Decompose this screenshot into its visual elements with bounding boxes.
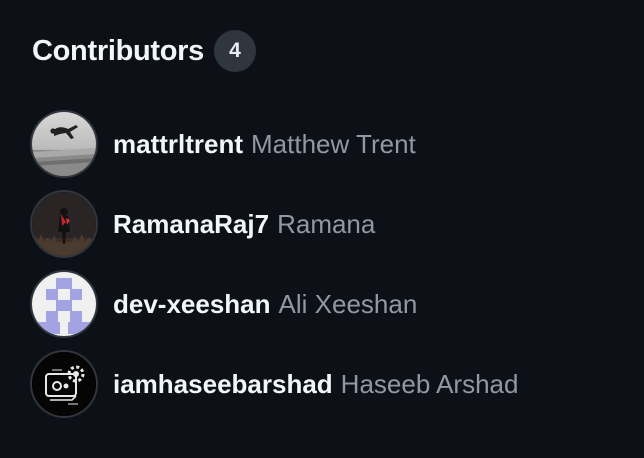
contributor-login[interactable]: iamhaseebarshad: [113, 369, 333, 400]
contributor-login[interactable]: mattrltrent: [113, 129, 243, 160]
silhouette-jump-photo: [32, 112, 96, 176]
contributor-name: Matthew Trent: [251, 128, 416, 159]
contributor-name: Ali Xeeshan: [278, 288, 418, 319]
avatar[interactable]: [32, 192, 96, 256]
contributor-name: Haseeb Arshad: [340, 368, 519, 399]
dark-figure-photo: [32, 192, 96, 256]
contributors-list: mattrltrent Matthew Trent RamanaRaj7 Ram…: [32, 104, 612, 424]
gear-icon: [32, 352, 96, 416]
contributor-login[interactable]: dev-xeeshan: [113, 289, 271, 320]
contributor-login[interactable]: RamanaRaj7: [113, 209, 269, 240]
avatar[interactable]: [32, 352, 96, 416]
contributors-count-badge: 4: [214, 30, 256, 72]
contributors-panel: Contributors 4 mattrltrent Matthew Trent…: [32, 28, 612, 424]
contributor-row: RamanaRaj7 Ramana: [32, 184, 612, 264]
contributor-row: dev-xeeshan Ali Xeeshan: [32, 264, 612, 344]
contributor-name: Ramana: [277, 208, 376, 239]
identicon-purple: [32, 272, 96, 336]
contributor-row: mattrltrent Matthew Trent: [32, 104, 612, 184]
avatar[interactable]: [32, 112, 96, 176]
section-title[interactable]: Contributors: [32, 35, 204, 68]
contributor-row: iamhaseebarshad Haseeb Arshad: [32, 344, 612, 424]
contributors-header: Contributors 4: [32, 28, 612, 74]
avatar[interactable]: [32, 272, 96, 336]
